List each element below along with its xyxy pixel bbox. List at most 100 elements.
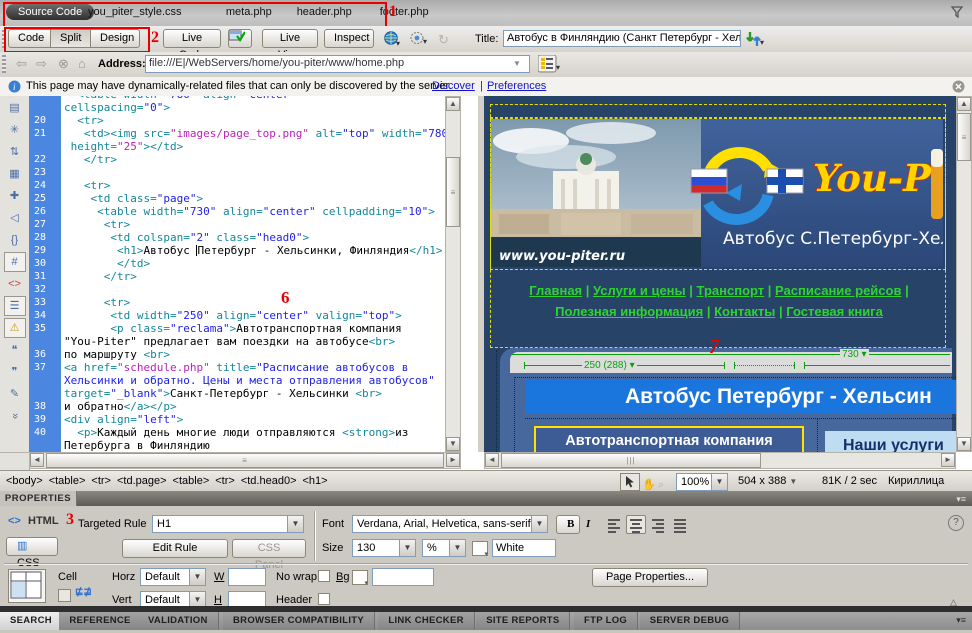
bold-button[interactable]: B xyxy=(556,515,580,534)
site-nav-link[interactable]: Главная xyxy=(529,283,582,298)
title-input[interactable]: Автобус в Финляндию (Санкт Петербург - Х… xyxy=(503,30,741,47)
table-width-value[interactable]: 730 ▾ xyxy=(840,349,869,360)
code-line[interactable]: 38и обратно</a></p> xyxy=(29,400,461,413)
format-source-icon[interactable]: ✎ xyxy=(4,384,26,404)
html-mode-button[interactable]: HTML xyxy=(28,515,59,527)
align-right-icon[interactable] xyxy=(648,515,668,534)
code-line[interactable]: 27 <tr> xyxy=(29,218,461,231)
check-browser-compatibility-icon[interactable] xyxy=(228,29,252,48)
results-tab-link-checker[interactable]: LINK CHECKER xyxy=(378,612,474,630)
apply-comment-icon[interactable]: ❝ xyxy=(4,340,26,360)
live-code-button[interactable]: Live Code xyxy=(163,29,221,48)
code-line[interactable]: 36по маршруту <br> xyxy=(29,348,461,361)
code-line[interactable]: 21 <td><img src="images/page_top.png" al… xyxy=(29,127,461,140)
code-line[interactable]: 39<div align="left"> xyxy=(29,413,461,426)
code-line[interactable]: 26 <table width="730" align="center" cel… xyxy=(29,205,461,218)
balance-braces-icon[interactable]: {} xyxy=(4,230,26,250)
size-select[interactable]: 130▼ xyxy=(352,539,416,557)
results-tab-reference[interactable]: REFERENCE xyxy=(59,612,141,630)
italic-button[interactable]: I xyxy=(586,518,590,530)
expand-all-icon[interactable]: ✚ xyxy=(4,186,26,206)
align-justify-icon[interactable] xyxy=(670,515,690,534)
merge-cells-icon[interactable] xyxy=(58,589,71,602)
edit-rule-button[interactable]: Edit Rule xyxy=(122,539,228,558)
code-line[interactable]: 31 </tr> xyxy=(29,270,461,283)
code-line[interactable]: 40 <p>Каждый день многие люди отправляют… xyxy=(29,426,461,439)
code-line[interactable]: 29 <h1>Автобус Петербург - Хельсинки, Фи… xyxy=(29,244,461,257)
properties-tab[interactable]: PROPERTIES xyxy=(0,491,77,506)
inspect-button[interactable]: Inspect xyxy=(324,29,374,48)
design-view[interactable]: www.you-piter.ru You-Piter Автобус С.Пет… xyxy=(478,96,962,452)
font-select[interactable]: Verdana, Arial, Helvetica, sans-serif▼ xyxy=(352,515,548,533)
css-panel-button[interactable]: CSS Panel xyxy=(232,539,306,558)
site-nav-link[interactable]: Услуги и цены xyxy=(593,283,686,298)
live-view-button[interactable]: Live View xyxy=(262,29,318,48)
code-line[interactable]: 32 xyxy=(29,283,461,296)
code-view[interactable]: <table width="780" align="center"cellspa… xyxy=(29,96,461,452)
collapse-selection-icon[interactable]: ▦ xyxy=(4,164,26,184)
tag-selector-item[interactable]: <tr> xyxy=(215,475,235,487)
select-parent-tag-icon[interactable]: ◁ xyxy=(4,208,26,228)
stop-icon[interactable]: ⊗ xyxy=(58,56,69,72)
preferences-link[interactable]: Preferences xyxy=(487,77,546,95)
align-center-icon[interactable] xyxy=(626,515,646,534)
scroll-down-icon[interactable]: ▼ xyxy=(446,437,460,451)
scroll-down-icon[interactable]: ▼ xyxy=(957,437,971,451)
panel-menu-icon[interactable]: ▾≡ xyxy=(956,494,966,505)
page-heading[interactable]: Автобус Петербург - Хельсин xyxy=(525,380,962,414)
scroll-right-icon[interactable]: ► xyxy=(446,453,460,467)
collapse-full-tag-icon[interactable]: ⇅ xyxy=(4,142,26,162)
code-line[interactable]: 25 <td class="page"> xyxy=(29,192,461,205)
design-horizontal-scrollbar[interactable]: ◄ ► ||| xyxy=(484,452,956,469)
reclama-box[interactable]: Автотранспортная компания "You-Piter" пр… xyxy=(534,426,804,452)
code-line[interactable]: 20 <tr> xyxy=(29,114,461,127)
header-checkbox[interactable] xyxy=(318,593,330,605)
width-field[interactable] xyxy=(228,568,266,586)
tag-selector-item[interactable]: <table> xyxy=(173,475,210,487)
split-cell-icon[interactable]: ⋢⋣ xyxy=(75,587,92,598)
window-size-value[interactable]: 504 x 388 ▼ xyxy=(738,471,797,492)
code-line[interactable]: target="_blank">Санкт-Петербург - Хельси… xyxy=(29,387,461,400)
code-vertical-scrollbar[interactable]: ▲ ≡ ▼ xyxy=(445,96,461,452)
code-line[interactable]: height="25"></td> xyxy=(29,140,461,153)
preview-in-browser-icon[interactable]: ▾ xyxy=(384,31,401,47)
back-icon[interactable]: ⇦ xyxy=(16,56,27,72)
filter-related-files-icon[interactable] xyxy=(950,5,964,19)
address-bar-drag-handle[interactable] xyxy=(2,55,6,73)
code-line[interactable]: 33 <tr> xyxy=(29,296,461,309)
design-hscroll-thumb[interactable]: ||| xyxy=(501,453,761,468)
scroll-up-icon[interactable]: ▲ xyxy=(957,97,971,111)
highlight-invalid-code-icon[interactable]: <> xyxy=(4,274,26,294)
bg-color-swatch[interactable] xyxy=(352,570,368,585)
results-menu-icon[interactable]: ▾≡ xyxy=(956,615,966,626)
align-left-icon[interactable] xyxy=(604,515,624,534)
magnification-select[interactable]: 100%▼ xyxy=(676,473,728,491)
tag-selector-item[interactable]: <body> xyxy=(6,475,43,487)
bg-color-field[interactable] xyxy=(372,568,434,586)
view-options-icon[interactable]: ▾ xyxy=(538,55,562,73)
forward-icon[interactable]: ⇨ xyxy=(36,56,47,72)
inspect-mode-icon[interactable]: ▾ xyxy=(410,31,429,46)
size-unit-select[interactable]: %▼ xyxy=(422,539,466,557)
code-line[interactable]: 34 <td width="250" align="center" valign… xyxy=(29,309,461,322)
css-mode-button[interactable]: ▥ CSS xyxy=(6,537,58,556)
site-nav-link[interactable]: Гостевая книга xyxy=(786,304,883,319)
code-line[interactable]: 24 <tr> xyxy=(29,179,461,192)
more-icon[interactable]: » xyxy=(5,405,25,427)
banner-image[interactable]: www.you-piter.ru You-Piter Автобус С.Пет… xyxy=(490,118,946,270)
scroll-left-icon[interactable]: ◄ xyxy=(485,453,499,467)
tag-selector-item[interactable]: <table> xyxy=(49,475,86,487)
design-scroll-thumb[interactable]: ≡ xyxy=(957,113,971,161)
scroll-up-icon[interactable]: ▲ xyxy=(446,97,460,111)
results-tab-site-reports[interactable]: SITE REPORTS xyxy=(476,612,570,630)
code-line[interactable]: 28 <td colspan="2" class="head0"> xyxy=(29,231,461,244)
tag-selector-item[interactable]: <td.head0> xyxy=(241,475,297,487)
design-vertical-scrollbar[interactable]: ▲ ≡ ▼ xyxy=(956,96,972,452)
close-info-bar-icon[interactable] xyxy=(952,80,965,93)
results-tab-validation[interactable]: VALIDATION xyxy=(138,612,219,630)
open-documents-icon[interactable]: ▤ xyxy=(4,98,26,118)
select-tool-icon[interactable] xyxy=(620,473,640,491)
code-horizontal-scrollbar[interactable]: ◄ ► ≡ xyxy=(29,452,461,469)
results-tab-browser-compatibility[interactable]: BROWSER COMPATIBILITY xyxy=(223,612,375,630)
no-wrap-checkbox[interactable] xyxy=(318,570,330,582)
